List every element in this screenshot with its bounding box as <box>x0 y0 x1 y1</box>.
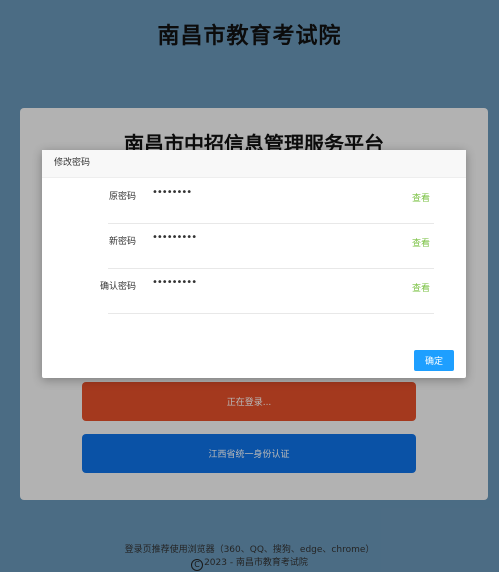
new-password-view-link[interactable]: 查看 <box>412 236 430 249</box>
confirm-password-view-link[interactable]: 查看 <box>412 281 430 294</box>
new-password-label: 新密码 <box>108 237 136 247</box>
confirm-password-label: 确认密码 <box>99 282 136 292</box>
confirm-password-row: 确认密码 ••••••••• 查看 <box>99 268 434 314</box>
old-password-input[interactable]: •••••••• <box>152 187 192 198</box>
confirm-password-input[interactable]: ••••••••• <box>152 277 197 288</box>
new-password-input[interactable]: ••••••••• <box>152 232 197 243</box>
old-password-row: 原密码 •••••••• 查看 <box>108 178 434 224</box>
change-password-dialog: 修改密码 原密码 •••••••• 查看 新密码 ••••••••• 查看 确认… <box>42 150 466 378</box>
old-password-view-link[interactable]: 查看 <box>412 191 430 204</box>
old-password-label: 原密码 <box>108 192 136 202</box>
new-password-row: 新密码 ••••••••• 查看 <box>108 223 434 269</box>
confirm-button[interactable]: 确定 <box>414 350 454 371</box>
dialog-title: 修改密码 <box>42 150 466 178</box>
